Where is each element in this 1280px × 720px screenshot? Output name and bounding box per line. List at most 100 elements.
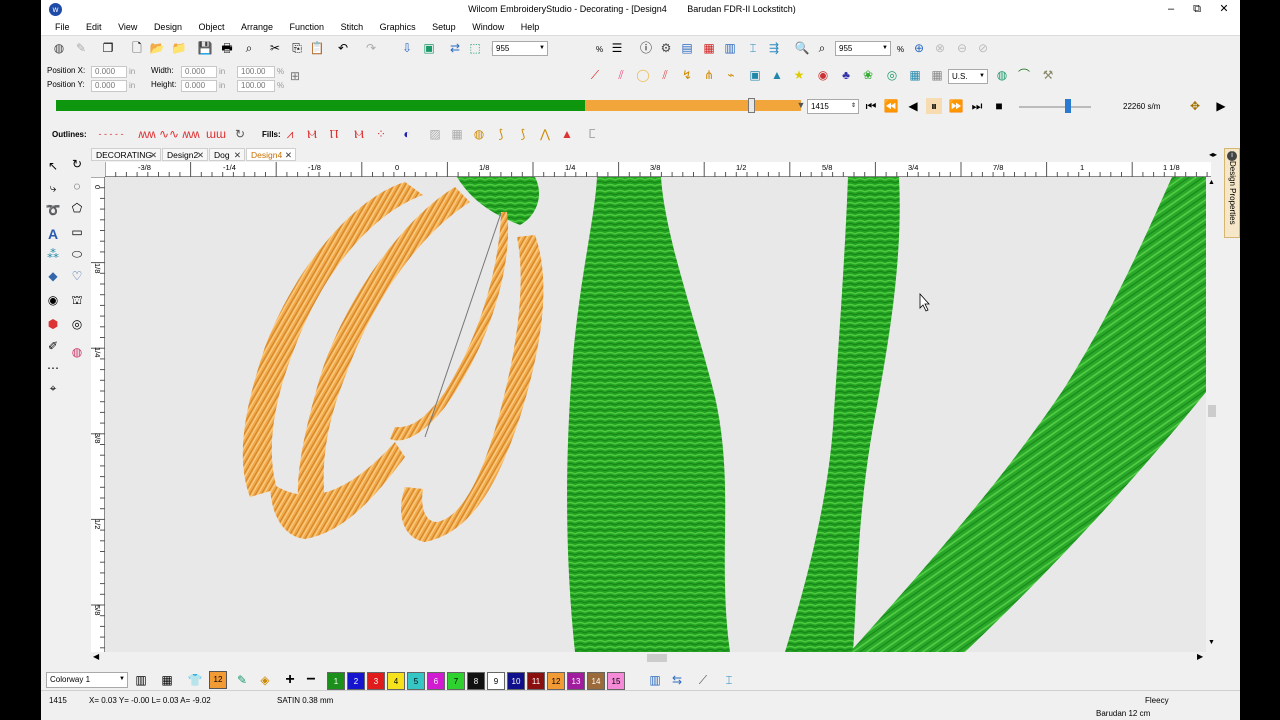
tatami-tool-icon[interactable]: ⫽ — [613, 67, 629, 83]
tab-dog[interactable]: Dog ✕ — [209, 148, 245, 161]
colorway-list-icon[interactable]: ▥ — [133, 672, 149, 688]
remove-color-icon[interactable]: − — [303, 672, 319, 688]
shaping-icon[interactable]: ◍ — [69, 344, 85, 360]
garment-icon[interactable]: 👕 — [187, 672, 203, 688]
play-mode-icon[interactable]: ▶ — [1213, 98, 1229, 114]
width-field[interactable]: 0.000 — [181, 66, 217, 78]
picture-icon[interactable]: ▣ — [747, 67, 763, 83]
stop-sign-icon[interactable]: ⬢ — [45, 316, 61, 332]
color-swatch[interactable]: 14 — [587, 672, 605, 690]
scroll-down-icon[interactable]: ▼ — [1208, 639, 1215, 646]
print-preview-icon[interactable]: ⌕ — [241, 40, 257, 56]
width-percent-field[interactable]: 100.00 — [237, 66, 275, 78]
star-icon[interactable]: ★ — [791, 67, 807, 83]
polygon-select-icon[interactable]: ⬠ — [69, 200, 85, 216]
zoom-box-icon[interactable]: ⊕ — [911, 40, 927, 56]
menu-graphics[interactable]: Graphics — [380, 19, 416, 36]
menu-setup[interactable]: Setup — [432, 19, 456, 36]
scroll-right-icon[interactable]: ▶ — [1197, 652, 1203, 661]
fill-cross-icon[interactable]: ⁘ — [373, 126, 389, 142]
appliqué-icon[interactable]: ♣ — [838, 67, 854, 83]
menu-help[interactable]: Help — [521, 19, 540, 36]
open-file-icon[interactable]: 📂 — [149, 40, 165, 56]
menu-design[interactable]: Design — [154, 19, 182, 36]
last-stitch-icon[interactable]: ⏭ — [969, 98, 985, 114]
hoop-view-icon[interactable]: ◎ — [884, 67, 900, 83]
green-leaf-diagonal[interactable] — [850, 177, 1206, 652]
first-stitch-icon[interactable]: ⏮ — [863, 98, 879, 114]
fast-forward-icon[interactable]: ⏩ — [948, 98, 964, 114]
restore-button[interactable]: ⧉ — [1186, 0, 1208, 19]
minimize-button[interactable]: – — [1160, 0, 1182, 19]
fill-sequin-icon[interactable]: ◍ — [471, 126, 487, 142]
progress-slider-thumb[interactable] — [748, 98, 755, 113]
color-film-icon[interactable]: ▥ — [722, 40, 738, 56]
globe-icon[interactable]: ◍ — [994, 67, 1010, 83]
pause-icon[interactable]: ⏸ — [926, 98, 942, 114]
undo-icon[interactable]: ↶ — [335, 40, 351, 56]
color-swatch[interactable]: 3 — [367, 672, 385, 690]
fill-tatami-icon[interactable]: Ⲙ — [304, 126, 320, 142]
select-arrow-icon[interactable]: ↖ — [45, 158, 61, 174]
hole-icon[interactable]: ◉ — [45, 292, 61, 308]
color-swatch[interactable]: 1 — [327, 672, 345, 690]
paste-icon[interactable]: 📋 — [309, 40, 325, 56]
scroll-left-icon[interactable]: ◀ — [93, 652, 99, 661]
lasso-icon[interactable]: ➰ — [45, 202, 61, 218]
lettering-icon[interactable]: A — [45, 226, 61, 242]
knife-icon[interactable]: ✐ — [45, 338, 61, 354]
info-icon[interactable]: ⓘ — [638, 40, 654, 56]
fill-stipple-icon[interactable]: ▨ — [427, 126, 443, 142]
shape-tool-icon[interactable]: ♡ — [69, 268, 85, 284]
step-backward-icon[interactable]: ◀ — [905, 98, 921, 114]
position-y-field[interactable]: 0.000 — [91, 80, 127, 92]
color-swatch[interactable]: 9 — [487, 672, 505, 690]
fill-wave-icon[interactable]: ⟆ — [515, 126, 531, 142]
outline-satin-icon[interactable]: ʍʍ — [137, 126, 157, 142]
menu-stitch[interactable]: Stitch — [341, 19, 364, 36]
print-icon[interactable]: 🖶 — [219, 40, 235, 56]
thread-spool-icon[interactable]: ⌶ — [745, 40, 761, 56]
thread-chart-icon[interactable]: ⌶ — [721, 672, 737, 688]
proportional-lock-icon[interactable]: ⊞ — [287, 68, 303, 84]
stitch-player-icon[interactable]: ▣ — [421, 40, 437, 56]
zoom-combo-1[interactable]: 955 ▼ — [492, 41, 548, 56]
paint-bucket-icon[interactable]: ◈ — [257, 672, 273, 688]
color-film-icon[interactable]: ▥ — [647, 672, 663, 688]
open-folder-icon[interactable]: 📁 — [171, 40, 187, 56]
color-swatch[interactable]: 15 — [607, 672, 625, 690]
copy-design-icon[interactable]: ❐ — [100, 40, 116, 56]
embroidery-design[interactable] — [105, 177, 1206, 652]
colorway-combo[interactable]: Colorway 1 ▼ — [46, 672, 128, 688]
color-swatch[interactable]: 6 — [427, 672, 445, 690]
menu-arrange[interactable]: Arrange — [241, 19, 273, 36]
design-canvas[interactable] — [105, 177, 1206, 652]
rectangle-icon[interactable]: ▭ — [69, 224, 85, 240]
manual-icon[interactable]: ⋯ — [45, 360, 61, 376]
menu-view[interactable]: View — [118, 19, 137, 36]
circle-tool-icon[interactable]: ◯ — [635, 67, 651, 83]
scroll-up-icon[interactable]: ▲ — [1208, 179, 1215, 186]
zoom-previous-icon[interactable]: ⊘ — [975, 40, 991, 56]
color-swatch[interactable]: 2 — [347, 672, 365, 690]
tab-scroll-icon[interactable]: ◂▸ — [1205, 147, 1221, 163]
outline-backstitch-icon[interactable]: ↻ — [232, 126, 248, 142]
color-swatch[interactable]: 12 — [547, 672, 565, 690]
zoom-100-icon[interactable]: ⌕ — [814, 40, 830, 56]
fill-raised-icon[interactable]: ▲ — [559, 126, 575, 142]
list-icon[interactable]: ☰ — [609, 40, 625, 56]
monogram-tool-icon[interactable]: ◆ — [45, 268, 61, 284]
satin-tool-icon[interactable]: ⟋ — [587, 67, 603, 83]
zoom-in-icon[interactable]: 🔍 — [794, 40, 810, 56]
fill-trapunto-icon[interactable]: ⵎ — [584, 126, 600, 142]
fill-lace-icon[interactable]: ⋀ — [537, 126, 553, 142]
travel-icon[interactable]: ⇄ — [447, 40, 463, 56]
menu-function[interactable]: Function — [290, 19, 325, 36]
height-percent-field[interactable]: 100.00 — [237, 80, 275, 92]
object-properties-icon[interactable]: ⚙ — [658, 40, 674, 56]
close-tab-icon[interactable]: ✕ — [285, 149, 292, 161]
menu-edit[interactable]: Edit — [86, 19, 102, 36]
speed-slider-track[interactable] — [1019, 106, 1091, 108]
green-top-fragment[interactable] — [457, 177, 540, 225]
copy-icon[interactable]: ⎘ — [289, 40, 305, 56]
